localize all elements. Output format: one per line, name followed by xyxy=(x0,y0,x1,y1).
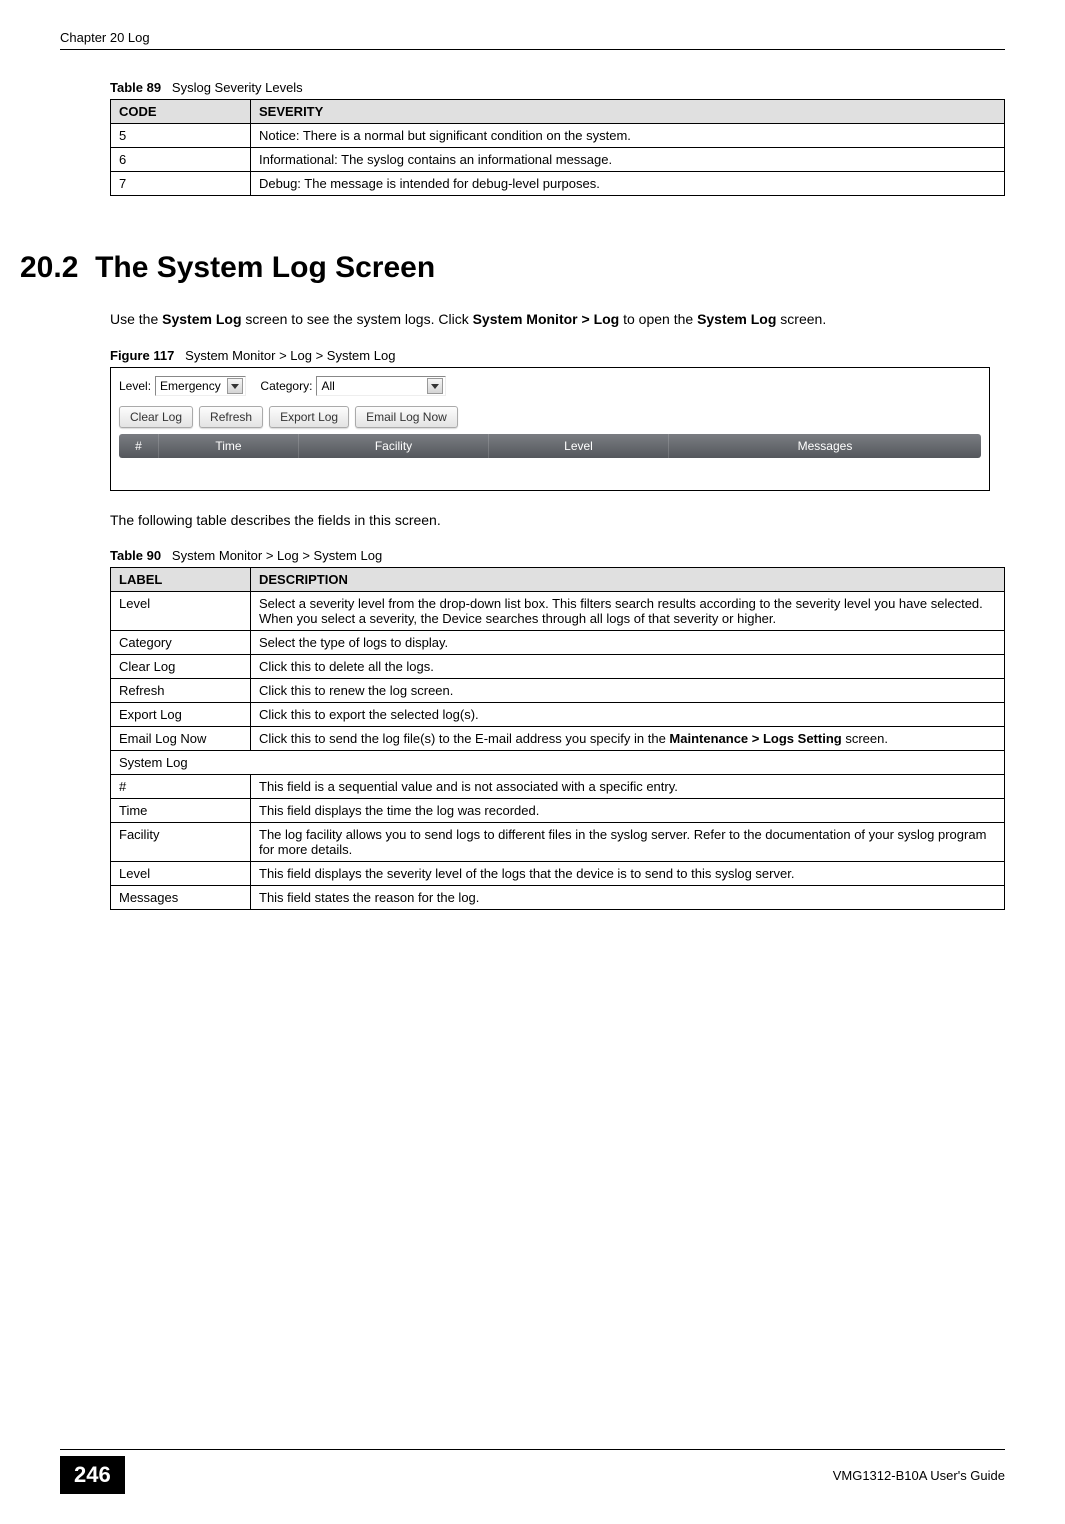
table-row: Level This field displays the severity l… xyxy=(111,862,1005,886)
figure-caption-label: Figure 117 xyxy=(110,348,174,363)
table-row: Level Select a severity level from the d… xyxy=(111,592,1005,631)
table89-severity: Debug: The message is intended for debug… xyxy=(251,172,1005,196)
section-number: 20.2 xyxy=(20,251,78,284)
t90-label: Facility xyxy=(111,823,251,862)
log-table-empty xyxy=(119,458,981,482)
col-time: Time xyxy=(159,434,299,458)
log-table-header: # Time Facility Level Messages xyxy=(119,434,981,458)
header-rule xyxy=(60,49,1005,50)
table-row: Clear Log Click this to delete all the l… xyxy=(111,655,1005,679)
section-title: The System Log Screen xyxy=(95,251,435,284)
table89-code: 5 xyxy=(111,124,251,148)
table90-caption-label: Table 90 xyxy=(110,548,161,563)
table90-caption-text: System Monitor > Log > System Log xyxy=(172,548,382,563)
table89-caption-text: Syslog Severity Levels xyxy=(172,80,303,95)
t90-desc: Click this to export the selected log(s)… xyxy=(251,703,1005,727)
t90-desc: This field displays the severity level o… xyxy=(251,862,1005,886)
col-messages: Messages xyxy=(669,434,981,458)
table89: CODE SEVERITY 5 Notice: There is a norma… xyxy=(110,99,1005,196)
table-row: # This field is a sequential value and i… xyxy=(111,775,1005,799)
section-heading: 20.2 The System Log Screen xyxy=(20,251,1005,285)
t90-label: Category xyxy=(111,631,251,655)
table-row: Email Log Now Click this to send the log… xyxy=(111,727,1005,751)
table-row: Refresh Click this to renew the log scre… xyxy=(111,679,1005,703)
table89-caption: Table 89 Syslog Severity Levels xyxy=(110,80,1005,95)
figure-box: Level: Emergency Category: All Clear Log… xyxy=(110,367,990,491)
table89-head-code: CODE xyxy=(111,100,251,124)
col-level: Level xyxy=(489,434,669,458)
t90-label: Level xyxy=(111,592,251,631)
t90-desc: The log facility allows you to send logs… xyxy=(251,823,1005,862)
level-label: Level: xyxy=(119,379,151,393)
clear-log-button[interactable]: Clear Log xyxy=(119,406,193,428)
t90-label: Time xyxy=(111,799,251,823)
t90-desc: This field states the reason for the log… xyxy=(251,886,1005,910)
table90-head-label: LABEL xyxy=(111,568,251,592)
table-row: Time This field displays the time the lo… xyxy=(111,799,1005,823)
t90-span: System Log xyxy=(111,751,1005,775)
table-row: 7 Debug: The message is intended for deb… xyxy=(111,172,1005,196)
t90-desc: This field displays the time the log was… xyxy=(251,799,1005,823)
chevron-down-icon xyxy=(427,378,443,394)
t90-label: Email Log Now xyxy=(111,727,251,751)
figure-caption-text: System Monitor > Log > System Log xyxy=(185,348,395,363)
t90-label: Level xyxy=(111,862,251,886)
t90-label: Clear Log xyxy=(111,655,251,679)
table-row-span: System Log xyxy=(111,751,1005,775)
email-log-now-button[interactable]: Email Log Now xyxy=(355,406,458,428)
t90-label: Export Log xyxy=(111,703,251,727)
category-select-value: All xyxy=(321,379,334,393)
page-number: 246 xyxy=(60,1456,125,1494)
section-para1: Use the System Log screen to see the sys… xyxy=(110,310,1005,330)
export-log-button[interactable]: Export Log xyxy=(269,406,349,428)
t90-desc: Click this to delete all the logs. xyxy=(251,655,1005,679)
chevron-down-icon xyxy=(227,378,243,394)
t90-label: Messages xyxy=(111,886,251,910)
col-hash: # xyxy=(119,434,159,458)
t90-desc: Click this to renew the log screen. xyxy=(251,679,1005,703)
t90-label: Refresh xyxy=(111,679,251,703)
guide-name: VMG1312-B10A User's Guide xyxy=(833,1468,1005,1483)
para2: The following table describes the fields… xyxy=(110,511,1005,531)
footer: 246 VMG1312-B10A User's Guide xyxy=(60,1449,1005,1494)
table-row: 6 Informational: The syslog contains an … xyxy=(111,148,1005,172)
level-select-value: Emergency xyxy=(160,379,221,393)
table89-head-severity: SEVERITY xyxy=(251,100,1005,124)
table-row: Export Log Click this to export the sele… xyxy=(111,703,1005,727)
t90-label: # xyxy=(111,775,251,799)
table90-caption: Table 90 System Monitor > Log > System L… xyxy=(110,548,1005,563)
footer-rule xyxy=(60,1449,1005,1450)
col-facility: Facility xyxy=(299,434,489,458)
t90-desc: Select a severity level from the drop-do… xyxy=(251,592,1005,631)
table-row: Messages This field states the reason fo… xyxy=(111,886,1005,910)
table90: LABEL DESCRIPTION Level Select a severit… xyxy=(110,567,1005,910)
level-select[interactable]: Emergency xyxy=(155,376,246,396)
t90-desc: Select the type of logs to display. xyxy=(251,631,1005,655)
table90-head-desc: DESCRIPTION xyxy=(251,568,1005,592)
t90-desc: Click this to send the log file(s) to th… xyxy=(251,727,1005,751)
category-select[interactable]: All xyxy=(316,376,446,396)
table-row: Category Select the type of logs to disp… xyxy=(111,631,1005,655)
table89-caption-label: Table 89 xyxy=(110,80,161,95)
refresh-button[interactable]: Refresh xyxy=(199,406,263,428)
table-row: Facility The log facility allows you to … xyxy=(111,823,1005,862)
chapter-label: Chapter 20 Log xyxy=(60,30,150,45)
table89-severity: Notice: There is a normal but significan… xyxy=(251,124,1005,148)
category-label: Category: xyxy=(260,379,312,393)
t90-desc: This field is a sequential value and is … xyxy=(251,775,1005,799)
table89-code: 6 xyxy=(111,148,251,172)
table89-severity: Informational: The syslog contains an in… xyxy=(251,148,1005,172)
figure-caption: Figure 117 System Monitor > Log > System… xyxy=(110,348,1005,363)
table-row: 5 Notice: There is a normal but signific… xyxy=(111,124,1005,148)
table89-code: 7 xyxy=(111,172,251,196)
